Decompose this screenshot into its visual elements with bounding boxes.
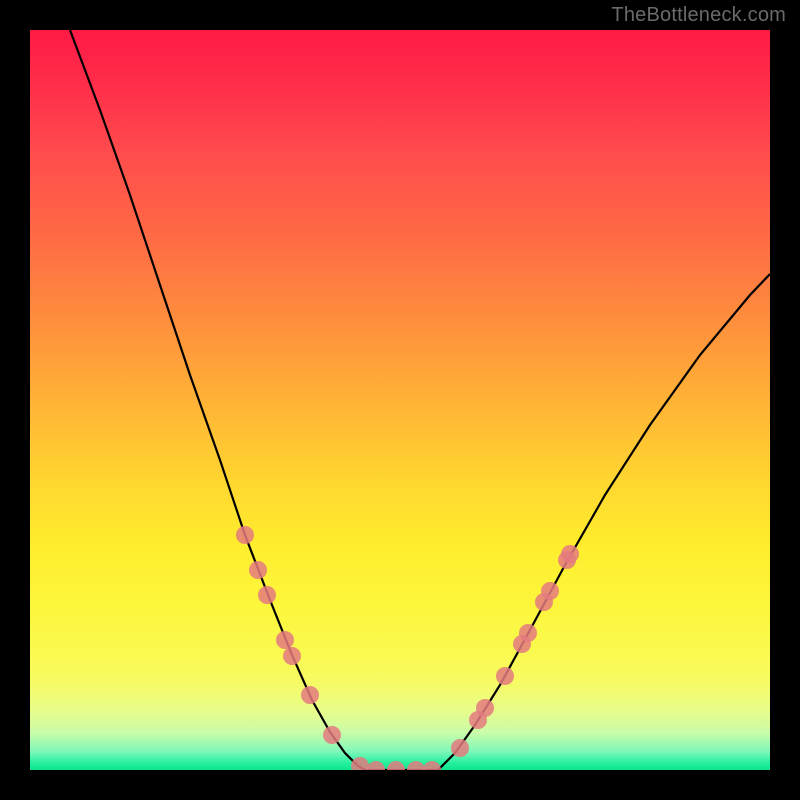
data-marker	[236, 526, 254, 544]
data-marker	[283, 647, 301, 665]
data-marker	[423, 761, 441, 770]
data-marker	[351, 757, 369, 770]
markers-left-group	[236, 526, 441, 770]
data-marker	[519, 624, 537, 642]
chart-frame: TheBottleneck.com	[0, 0, 800, 800]
data-marker	[476, 699, 494, 717]
data-marker	[323, 726, 341, 744]
watermark-text: TheBottleneck.com	[611, 4, 786, 27]
data-marker	[249, 561, 267, 579]
curve-right-branch	[438, 274, 770, 770]
data-marker	[451, 739, 469, 757]
plot-area	[30, 30, 770, 770]
data-marker	[258, 586, 276, 604]
data-marker	[541, 582, 559, 600]
curve-layer	[30, 30, 770, 770]
data-marker	[276, 631, 294, 649]
data-marker	[407, 761, 425, 770]
data-marker	[496, 667, 514, 685]
data-marker	[561, 545, 579, 563]
curve-left-branch	[70, 30, 365, 770]
data-marker	[367, 761, 385, 770]
data-marker	[387, 761, 405, 770]
data-marker	[301, 686, 319, 704]
